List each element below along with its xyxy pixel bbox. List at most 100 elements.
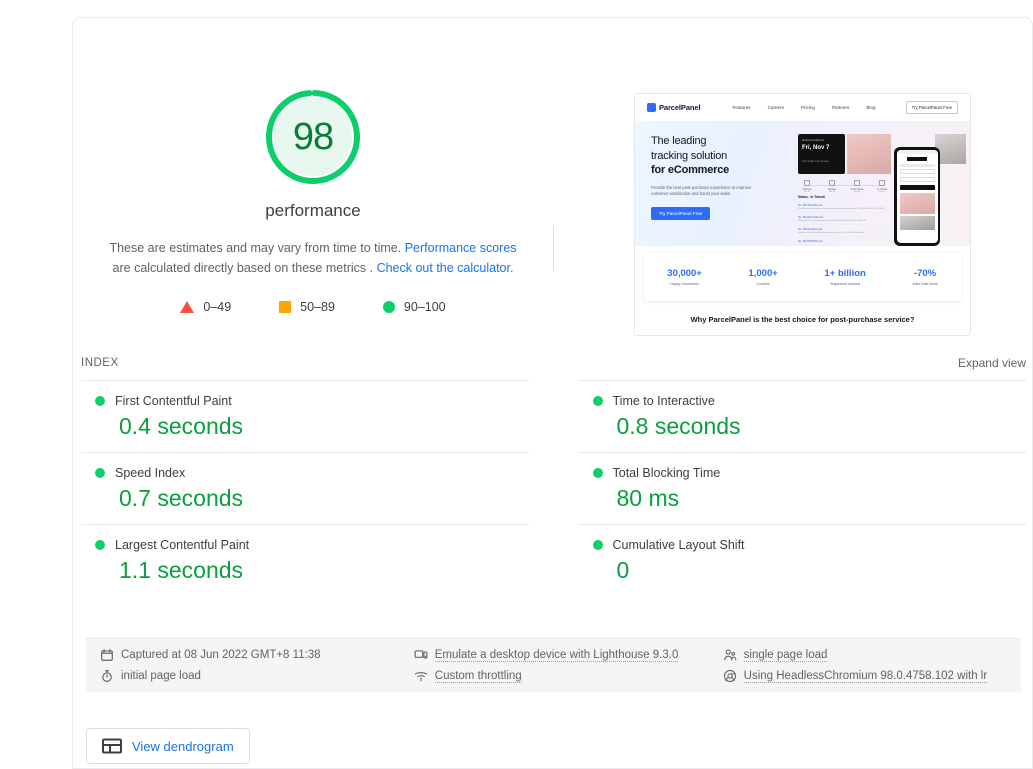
metadata-browser[interactable]: Using HeadlessChromium 98.0.4758.102 wit… <box>723 669 1007 683</box>
thumbnail-phone-image-2 <box>900 216 935 230</box>
metadata-emulate-text[interactable]: Emulate a desktop device with Lighthouse… <box>435 649 679 662</box>
package-icon <box>804 180 810 186</box>
thumbnail-step-1-sub: Nov 01 <box>798 191 816 193</box>
thumbnail-phone-input <box>900 177 935 182</box>
thumbnail-stat-3: 1+ billion Shipments tracked <box>824 268 865 286</box>
metadata-captured-text: Captured at 08 Jun 2022 GMT+8 11:38 <box>121 649 321 661</box>
thumbnail-row-4-code: No. 85-5002581-A2 <box>798 239 892 243</box>
square-icon <box>279 301 291 313</box>
metric-name: Cumulative Layout Shift <box>613 538 745 552</box>
thumbnail-step-4-sub: Nov 06 <box>873 191 891 193</box>
metric-header: First Contentful Paint <box>95 394 529 408</box>
performance-scores-link[interactable]: Performance scores <box>405 241 517 255</box>
status-dot-icon <box>593 540 603 550</box>
performance-gauge[interactable]: 98 <box>263 87 363 187</box>
status-dot-icon <box>95 396 105 406</box>
metric-header: Speed Index <box>95 466 529 480</box>
metadata-browser-text[interactable]: Using HeadlessChromium 98.0.4758.102 wit… <box>744 670 988 683</box>
thumbnail-step-4: In Transit Nov 06 <box>873 178 891 193</box>
index-header: INDEX Expand view <box>81 356 1026 370</box>
index-title: INDEX <box>81 357 119 369</box>
thumbnail-phone-statusbar <box>897 150 938 154</box>
thumbnail-stat-2-value: 1,000+ <box>748 268 777 279</box>
thumbnail-nav-cta: Try ParcelPanel Free <box>906 101 958 114</box>
metrics-column-right: Time to Interactive 0.8 seconds Total Bl… <box>554 380 1027 596</box>
thumbnail-phone-mockup <box>894 147 940 246</box>
thumbnail-stat-1-value: 30,000+ <box>667 268 702 279</box>
legend-item-fail: 0–49 <box>180 300 231 314</box>
calculator-link[interactable]: Check out the calculator. <box>377 261 514 275</box>
route-icon <box>854 180 860 186</box>
performance-gauge-column: 98 performance These are estimates and m… <box>73 18 553 314</box>
metadata-page-load: initial page load <box>100 669 414 683</box>
expand-view-button[interactable]: Expand view <box>958 356 1026 370</box>
calendar-icon <box>100 648 114 662</box>
thumbnail-phone-screen <box>897 150 938 243</box>
gauge-category-label: performance <box>73 201 553 221</box>
metadata-throttling-text[interactable]: Custom throttling <box>435 670 522 683</box>
metadata-page-load-text: initial page load <box>121 670 201 682</box>
metrics-grid: First Contentful Paint 0.4 seconds Speed… <box>81 380 1026 596</box>
status-dot-icon <box>593 468 603 478</box>
metric-header: Largest Contentful Paint <box>95 538 529 552</box>
thumbnail-row-1-code: No. 85-3012281-A1 <box>798 203 892 207</box>
metric-total-blocking-time[interactable]: Total Blocking Time 80 ms <box>579 452 1027 524</box>
metric-value: 0.4 seconds <box>119 413 529 440</box>
metric-value: 0.8 seconds <box>617 413 1027 440</box>
thumbnail-step-3: Order Route Nov 04 <box>848 178 866 193</box>
desktop-icon <box>414 648 428 662</box>
metric-first-contentful-paint[interactable]: First Contentful Paint 0.4 seconds <box>81 380 529 452</box>
thumbnail-stat-3-value: 1+ billion <box>824 268 865 279</box>
thumbnail-promo-sub: Your order is on its way <box>802 160 841 163</box>
legend-item-average: 50–89 <box>279 300 335 314</box>
thumbnail-row-2-desc: Shipment left facility, departed from hu… <box>798 220 892 222</box>
metric-largest-contentful-paint[interactable]: Largest Contentful Paint 1.1 seconds <box>81 524 529 596</box>
metadata-column-2: Emulate a desktop device with Lighthouse… <box>414 648 723 692</box>
metadata-single-page-load-text[interactable]: single page load <box>744 649 828 662</box>
thumbnail-tracking-row: No. 85-5002581-A2 <box>798 237 892 246</box>
report-summary-section: 98 performance These are estimates and m… <box>73 18 1032 348</box>
view-dendrogram-button[interactable]: View dendrogram <box>86 728 250 764</box>
metadata-single-page-load[interactable]: single page load <box>723 648 1007 662</box>
thumbnail-tracking-row: No. 85-3012281-A1 Parcel has left the lo… <box>798 201 892 213</box>
thumbnail-hero-line3: for eCommerce <box>651 164 729 176</box>
thumbnail-stat-4: -70% After-Sale Work <box>912 268 937 286</box>
thumbnail-logo: ParcelPanel <box>647 103 700 112</box>
thumbnail-step-2-sub: Nov 02 <box>823 191 841 193</box>
metadata-column-3: single page load Using HeadlessChromium … <box>723 648 1007 692</box>
thumbnail-nav-partners: Partners <box>832 105 849 110</box>
thumbnail-stat-4-value: -70% <box>912 268 937 279</box>
thumbnail-footer-heading: Why ParcelPanel is the best choice for p… <box>635 315 970 324</box>
metadata-throttling[interactable]: Custom throttling <box>414 669 723 683</box>
thumbnail-stat-2-label: Couriers <box>748 282 777 286</box>
metric-time-to-interactive[interactable]: Time to Interactive 0.8 seconds <box>579 380 1027 452</box>
box-icon <box>829 180 835 186</box>
thumbnail-nav-blog: Blog <box>866 105 875 110</box>
wifi-icon <box>414 669 428 683</box>
thumbnail-hero-sub: Provide the best post-purchase experienc… <box>651 185 769 198</box>
thumbnail-site-nav: ParcelPanel Features Carriers Pricing Pa… <box>635 94 970 121</box>
people-icon <box>723 648 737 662</box>
thumbnail-hero-artwork: Delivered Before Fri, Nov 7 Your order i… <box>798 134 966 246</box>
legend-item-pass: 90–100 <box>383 300 446 314</box>
thumbnail-stat-2: 1,000+ Couriers <box>748 268 777 286</box>
final-screenshot-thumbnail[interactable]: ParcelPanel Features Carriers Pricing Pa… <box>634 93 971 336</box>
thumbnail-hero: The leading tracking solution for eComme… <box>635 121 970 246</box>
thumbnail-hero-cta: Try ParcelPanel Free <box>651 207 710 220</box>
score-legend: 0–49 50–89 90–100 <box>73 300 553 314</box>
thumbnail-phone-line <box>900 164 935 167</box>
metadata-column-1: Captured at 08 Jun 2022 GMT+8 11:38 init… <box>100 648 414 692</box>
thumbnail-promo-label: Delivered Before <box>802 138 841 142</box>
parcelpanel-logo-icon <box>647 103 656 112</box>
metric-speed-index[interactable]: Speed Index 0.7 seconds <box>81 452 529 524</box>
status-dot-icon <box>95 468 105 478</box>
gauge-description-text-2: are calculated directly based on these m… <box>113 261 374 275</box>
truck-icon <box>879 180 885 186</box>
metric-value: 0 <box>617 557 1027 584</box>
thumbnail-brand: ParcelPanel <box>659 103 700 112</box>
status-dot-icon <box>593 396 603 406</box>
thumbnail-row-1-desc: Parcel has left the logistics facility, … <box>798 208 892 210</box>
metadata-emulate[interactable]: Emulate a desktop device with Lighthouse… <box>414 648 723 662</box>
chrome-icon <box>723 669 737 683</box>
metric-cumulative-layout-shift[interactable]: Cumulative Layout Shift 0 <box>579 524 1027 596</box>
